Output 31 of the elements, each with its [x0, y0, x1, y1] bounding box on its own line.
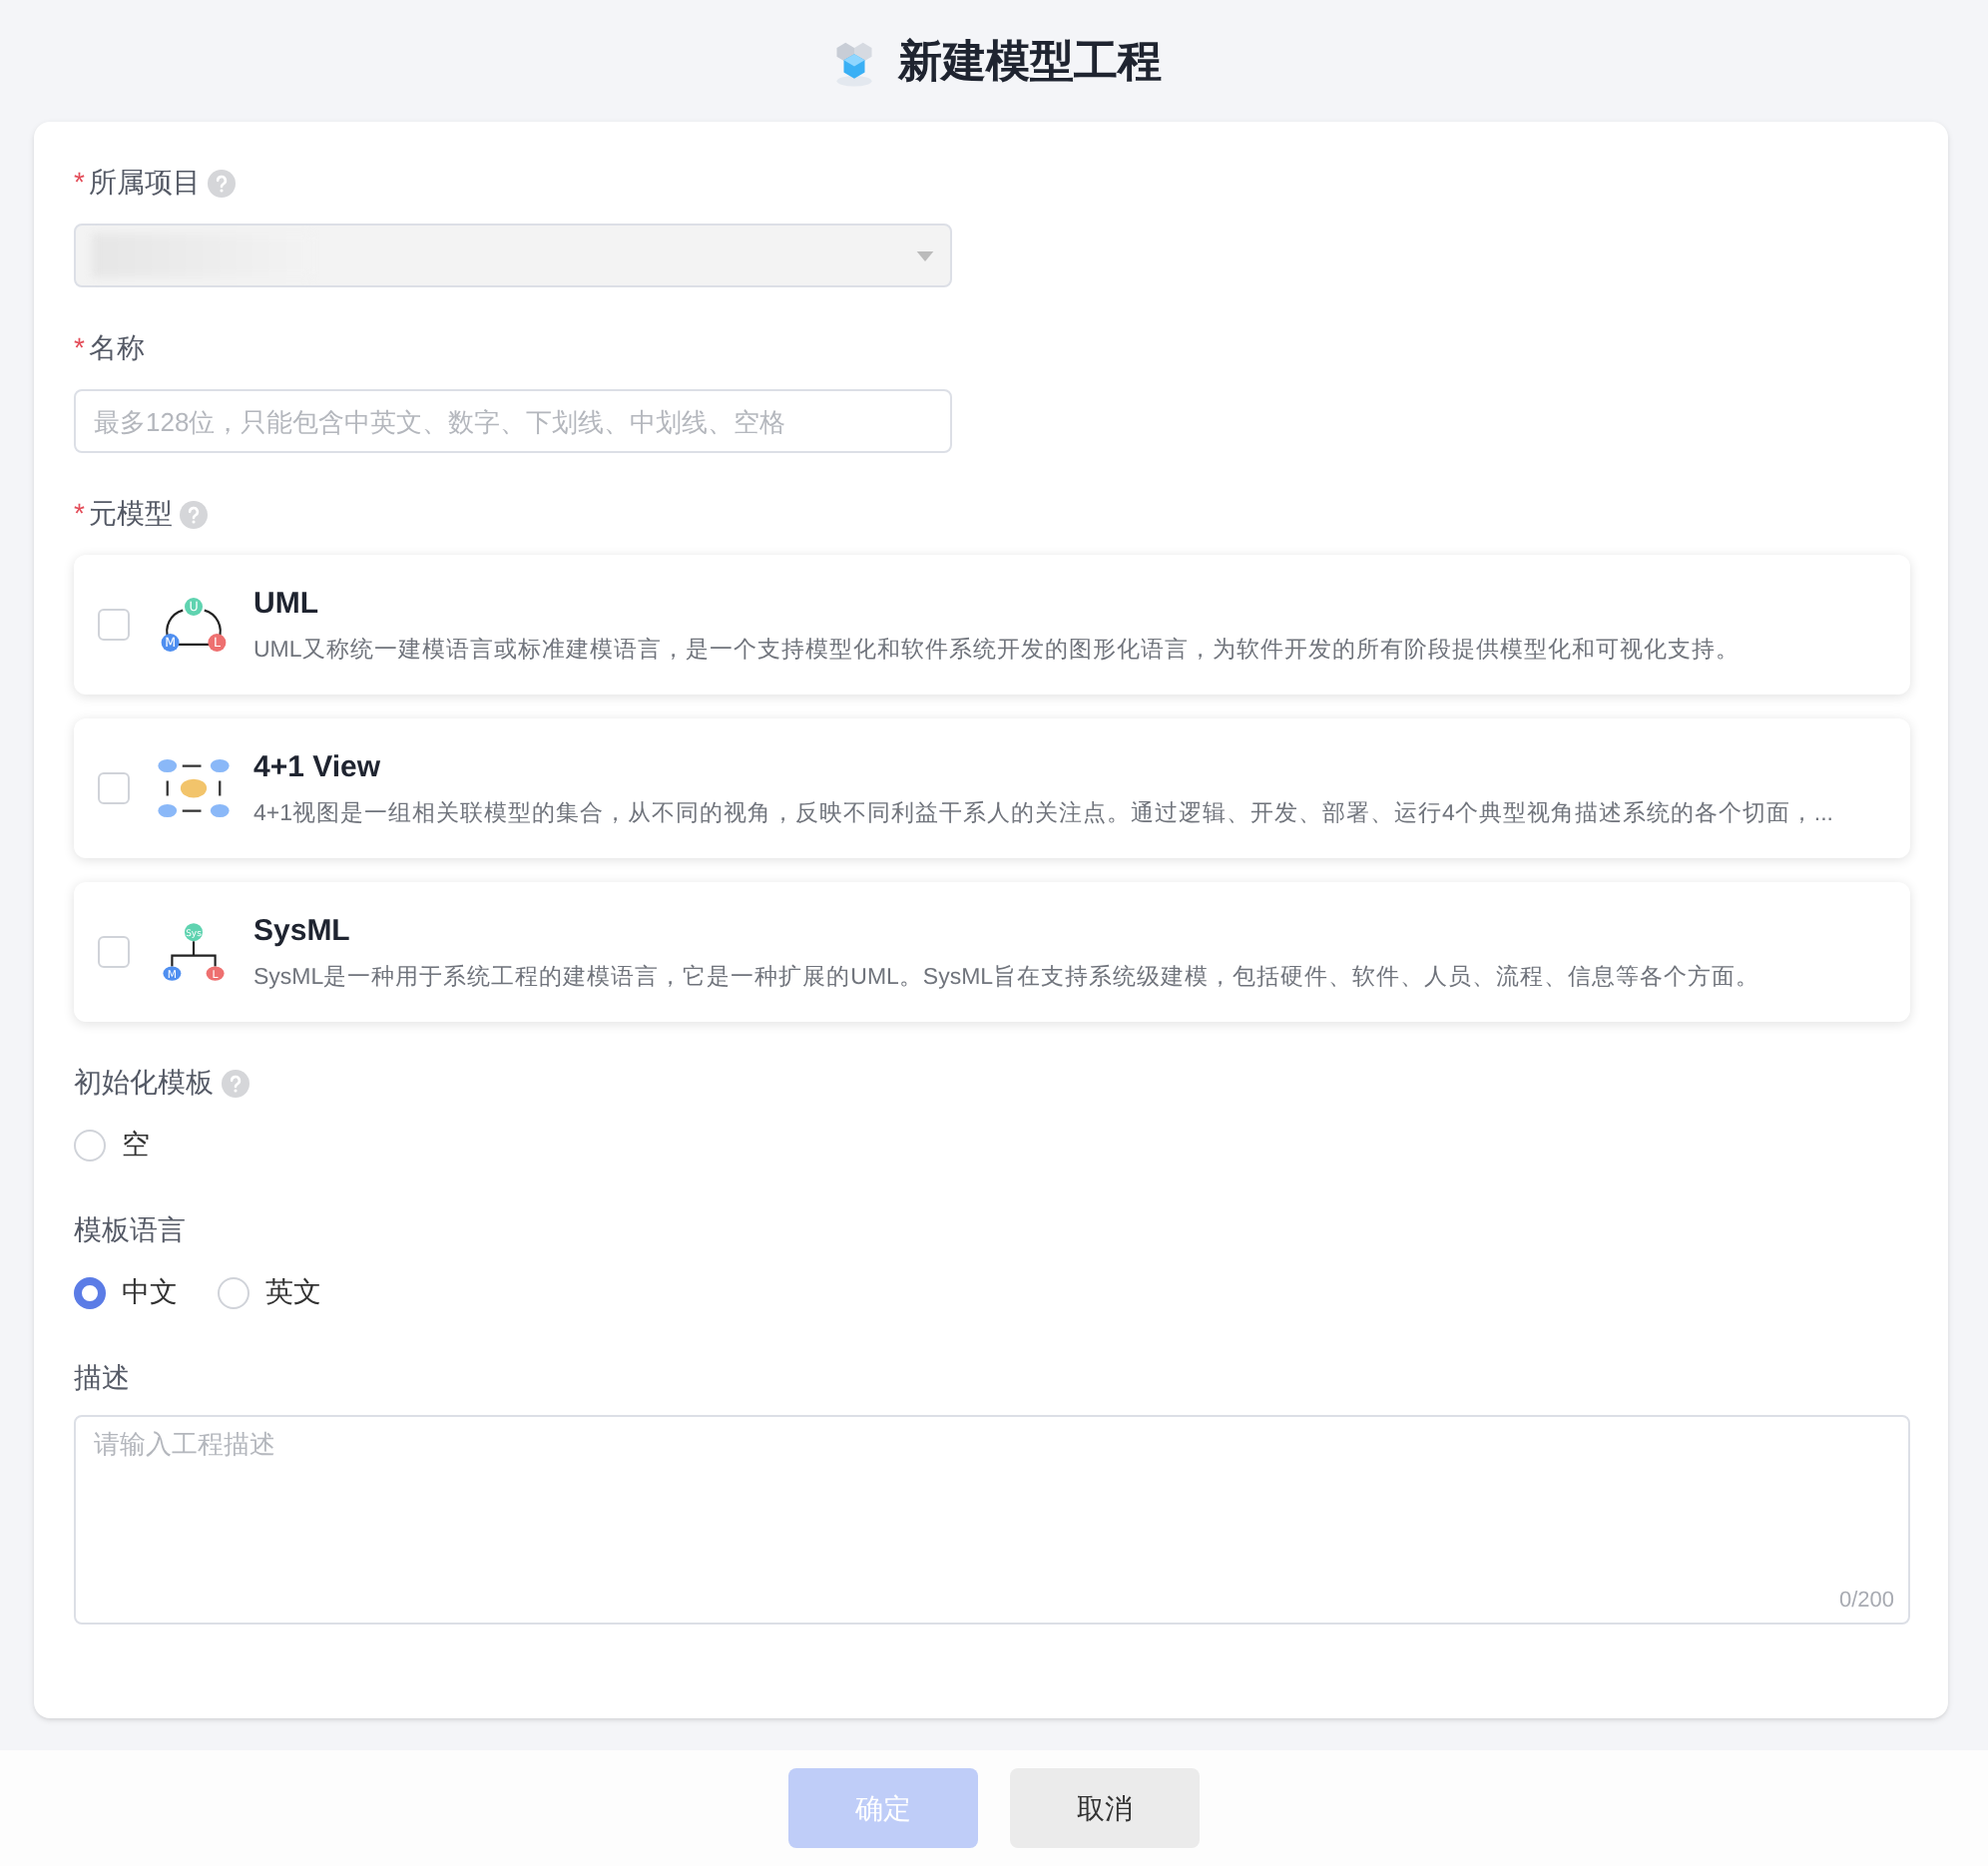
option-description: UML又称统一建模语言或标准建模语言，是一个支持模型化和软件系统开发的图形化语言，为软件开发的所有阶段提供模型化和可视化支持。 — [253, 635, 1740, 668]
option-title: UML — [253, 584, 320, 625]
caret-icon — [916, 250, 934, 260]
option-description: SysML是一种用于系统工程的建模语言，它是一种扩展的UML。SysML旨在支持系统级建模，包括硬件、软件、人员、流程、信息等各个方面。 — [253, 962, 1760, 995]
character-counter: 0/200 — [1838, 1586, 1894, 1616]
option-title: 4+1 View — [253, 747, 383, 788]
radio-option[interactable]: 空 — [74, 1124, 150, 1166]
help-icon[interactable] — [222, 1069, 249, 1097]
checkbox[interactable] — [98, 772, 130, 804]
radio-button[interactable] — [74, 1276, 106, 1308]
help-icon[interactable] — [180, 500, 209, 528]
checkbox[interactable] — [98, 609, 130, 641]
cancel-button[interactable]: 取消 — [1010, 1768, 1200, 1848]
field-label: 所属项目 — [88, 164, 201, 202]
field-label: 模板语言 — [74, 1211, 186, 1249]
field-label: 初始化模板 — [74, 1064, 214, 1102]
required-mark: * — [74, 495, 85, 533]
radio-option[interactable]: 中文 — [74, 1271, 178, 1313]
page-title: 新建模型工程 — [898, 34, 1162, 90]
name-input[interactable]: 最多128位，只能包含中英文、数字、下划线、中划线、空格 — [74, 389, 952, 453]
checkbox[interactable] — [98, 936, 130, 968]
option-title: SysML — [253, 911, 352, 952]
metamodel-option[interactable]: 4+1 View 4+1视图是一组相关联模型的集合，从不同的视角，反映不同利益干系人的关注点。通过逻辑、开发、部署、运行4个典型视角描述系统的各个切面，... — [74, 718, 1910, 858]
required-mark: * — [74, 164, 85, 202]
field-label: 元模型 — [88, 495, 173, 533]
required-mark: * — [74, 329, 85, 367]
field-label: 名称 — [88, 329, 145, 367]
view-diagram-icon — [156, 758, 232, 818]
option-description: 4+1视图是一组相关联模型的集合，从不同的视角，反映不同利益干系人的关注点。通过逻辑、开发、部署、运行4个典型视角描述系统的各个切面，... — [253, 798, 1833, 831]
field-label: 描述 — [74, 1359, 130, 1397]
radio-option[interactable]: 英文 — [218, 1271, 321, 1313]
